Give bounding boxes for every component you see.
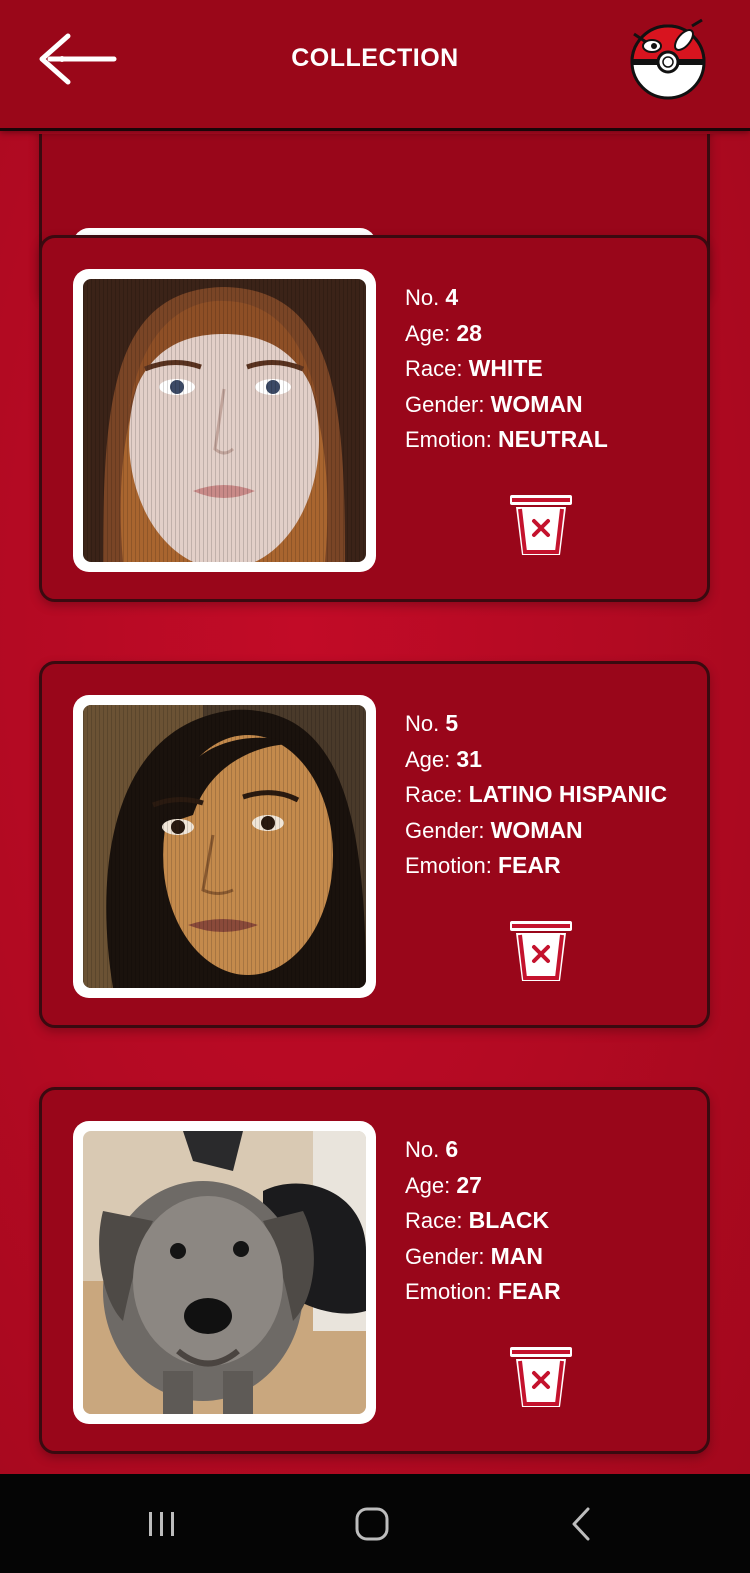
card-info: No. 5 Age: 31 Race: LATINO HISPANIC Gend… [405, 706, 667, 884]
emotion-value: NEUTRAL [497, 426, 608, 452]
emotion-value: FEAR [497, 852, 561, 878]
age-label: Age: [405, 1172, 451, 1198]
age-value: 27 [456, 1171, 482, 1198]
race-label: Race: [405, 356, 463, 381]
gender-value: WOMAN [490, 390, 583, 417]
race-label: Race: [405, 1208, 463, 1233]
emotion-row: Emotion: FEAR [405, 1274, 561, 1310]
race-value: WHITE [468, 355, 543, 381]
gender-label: Gender: [405, 817, 485, 843]
age-label: Age: [405, 320, 451, 346]
woman-portrait-photo [83, 705, 366, 988]
number-row: No. 5 [405, 706, 667, 742]
gender-label: Gender: [405, 391, 485, 417]
card-info: No. 6 Age: 27 Race: BLACK Gender: MAN Em… [405, 1132, 561, 1310]
number-value: 5 [445, 710, 459, 736]
age-row: Age: 28 [405, 316, 608, 352]
age-row: Age: 31 [405, 742, 667, 778]
recent-apps-icon[interactable] [142, 1504, 182, 1544]
gender-value: WOMAN [490, 816, 583, 843]
back-icon[interactable] [562, 1504, 602, 1544]
collection-card: No. 4 Age: 28 Race: WHITE Gender: WOMAN … [39, 235, 710, 602]
age-row: Age: 27 [405, 1168, 561, 1204]
app-header: COLLECTION [0, 0, 750, 131]
gender-label: Gender: [405, 1243, 485, 1269]
number-value: 4 [445, 284, 459, 310]
dog-photo [83, 1131, 366, 1414]
emotion-value: FEAR [497, 1278, 561, 1304]
photo-frame [73, 1121, 376, 1424]
number-value: 6 [445, 1136, 459, 1162]
delete-trash-icon[interactable] [508, 919, 574, 985]
emotion-label: Emotion: [405, 1279, 492, 1304]
system-nav-bar [0, 1474, 750, 1573]
gender-row: Gender: MAN [405, 1239, 561, 1275]
collection-card: No. 5 Age: 31 Race: LATINO HISPANIC Gend… [39, 661, 710, 1028]
gender-value: MAN [490, 1242, 544, 1269]
photo-frame [73, 695, 376, 998]
race-row: Race: BLACK [405, 1203, 561, 1239]
age-label: Age: [405, 746, 451, 772]
race-row: Race: WHITE [405, 351, 608, 387]
race-label: Race: [405, 782, 463, 807]
number-label: No. [405, 285, 440, 310]
emotion-row: Emotion: NEUTRAL [405, 422, 608, 458]
race-value: BLACK [468, 1207, 550, 1233]
number-label: No. [405, 1137, 440, 1162]
gender-row: Gender: WOMAN [405, 813, 667, 849]
collection-list[interactable]: No. 4 Age: 28 Race: WHITE Gender: WOMAN … [0, 134, 750, 1474]
woman-portrait-photo [83, 279, 366, 562]
card-info: No. 4 Age: 28 Race: WHITE Gender: WOMAN … [405, 280, 608, 458]
race-value: LATINO HISPANIC [468, 781, 668, 807]
emotion-label: Emotion: [405, 427, 492, 452]
number-label: No. [405, 711, 440, 736]
photo-frame [73, 269, 376, 572]
home-icon[interactable] [352, 1504, 392, 1544]
number-row: No. 6 [405, 1132, 561, 1168]
age-value: 31 [456, 745, 482, 772]
pokeball-logo-icon[interactable] [626, 16, 710, 102]
race-row: Race: LATINO HISPANIC [405, 777, 667, 813]
gender-row: Gender: WOMAN [405, 387, 608, 423]
delete-trash-icon[interactable] [508, 1345, 574, 1411]
emotion-row: Emotion: FEAR [405, 848, 667, 884]
number-row: No. 4 [405, 280, 608, 316]
emotion-label: Emotion: [405, 853, 492, 878]
delete-trash-icon[interactable] [508, 493, 574, 559]
age-value: 28 [456, 319, 482, 346]
collection-card: No. 6 Age: 27 Race: BLACK Gender: MAN Em… [39, 1087, 710, 1454]
